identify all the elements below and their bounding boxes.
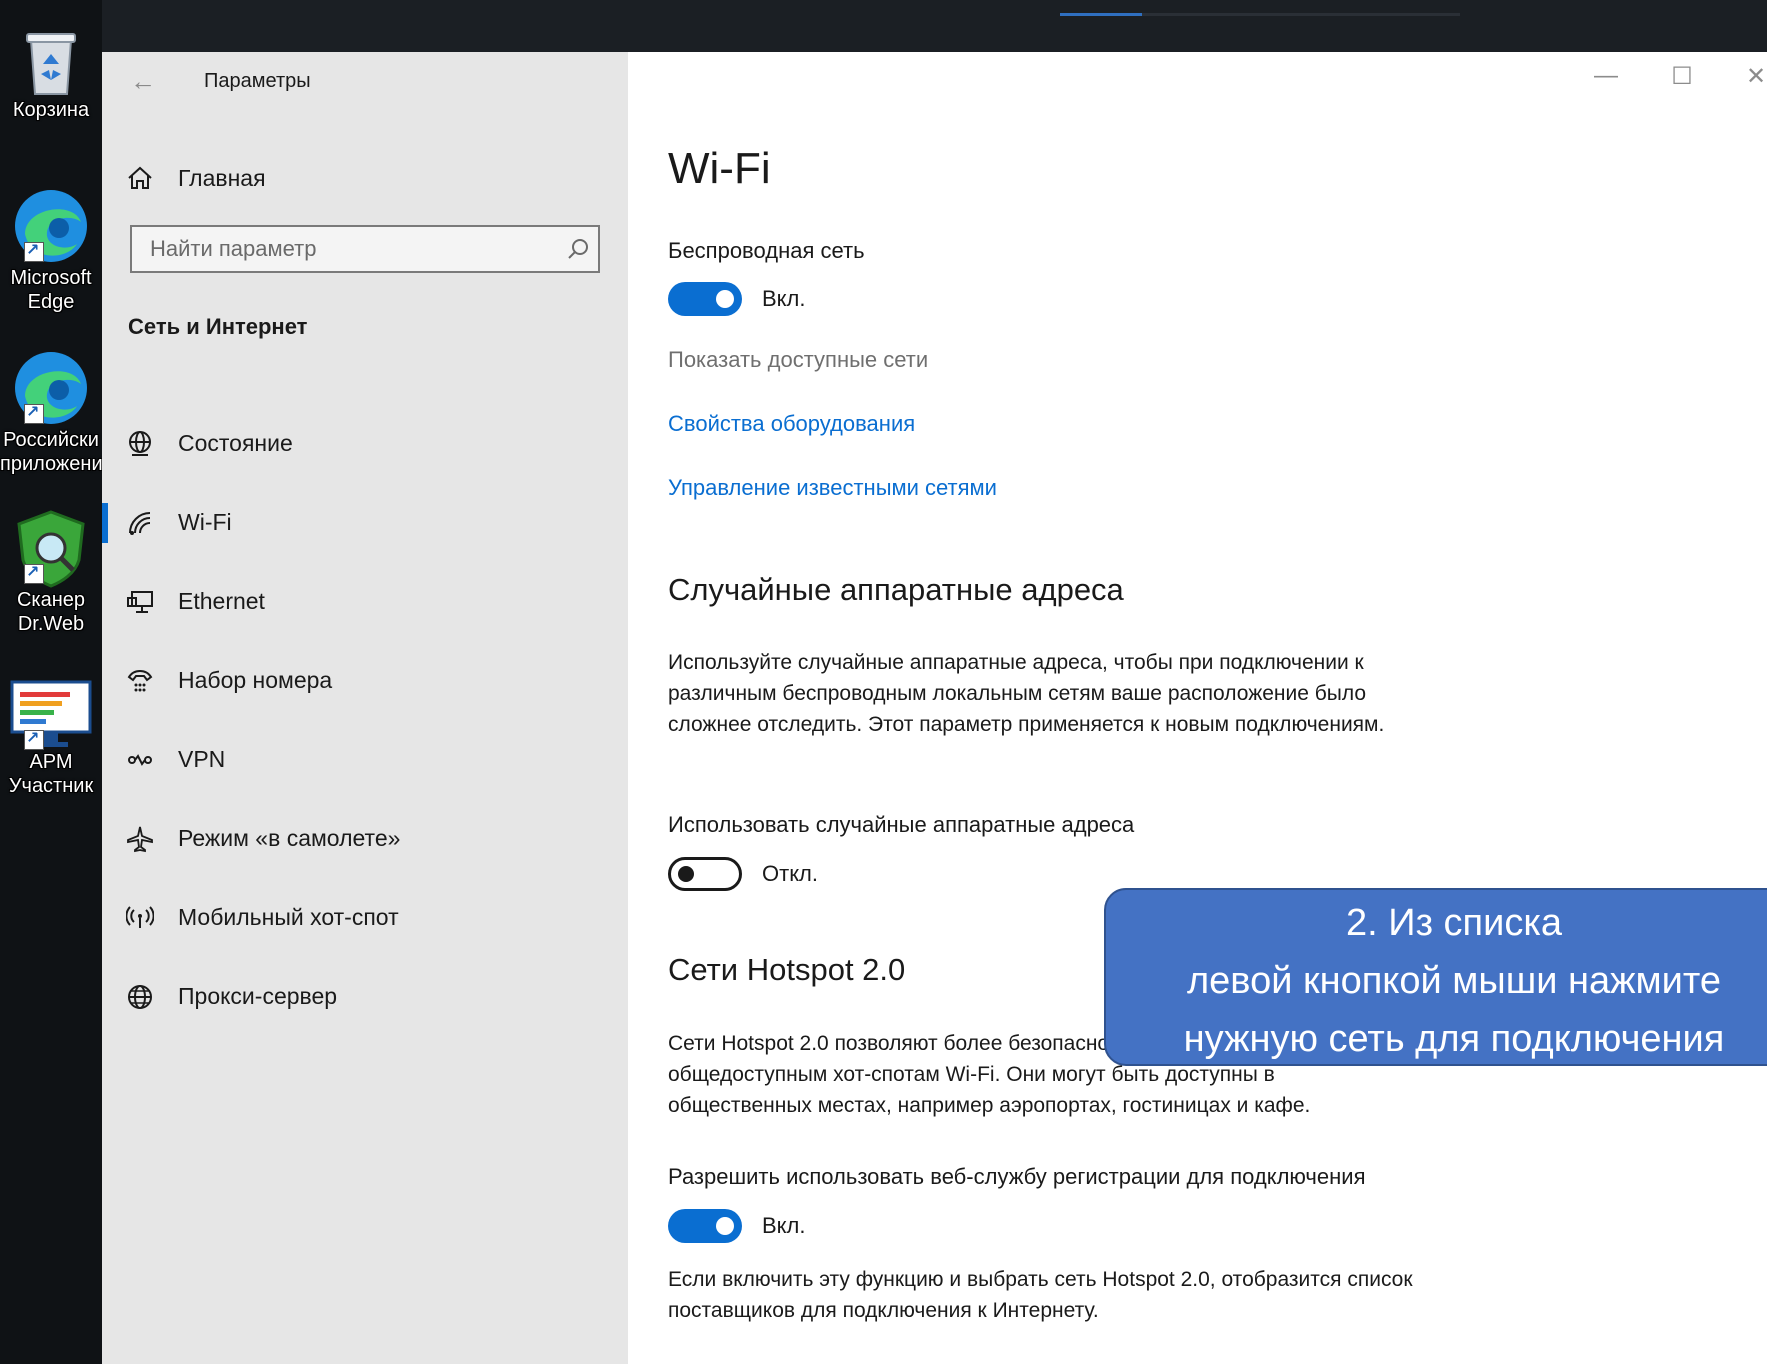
search-input[interactable] [132,235,558,263]
desktop-icon-label: Microsoft [10,267,92,289]
sidebar-item-ethernet[interactable]: Ethernet [102,562,628,641]
random-toggle-row: Откл. [668,857,818,891]
monitor-app-icon [10,680,92,747]
callout-line: левой кнопкой мыши нажмите [1187,960,1721,1002]
web-registration-description: Если включить эту функцию и выбрать сеть… [668,1268,1413,1322]
toggle-knob [716,1217,734,1235]
globe-status-icon [126,430,166,458]
close-button[interactable]: ✕ [1736,62,1767,91]
globe-icon [126,983,166,1011]
desktop-icon-arm[interactable]: АРМ Участник [0,680,102,798]
callout-line: 2. Из списка [1346,902,1562,944]
hotspot-icon [126,904,166,932]
sidebar-item-label: Wi-Fi [178,509,232,535]
maximize-button[interactable]: ☐ [1662,62,1702,91]
show-networks-link[interactable]: Показать доступные сети [668,347,928,373]
wireless-toggle[interactable] [668,282,742,316]
recycle-bin-icon [26,33,76,95]
random-addresses-heading: Случайные аппаратные адреса [668,572,1124,607]
desktop-icon-russian-apps[interactable]: Российски приложени [0,348,102,476]
desktop-icon-drweb[interactable]: Сканер Dr.Web [0,508,102,636]
sidebar-item-label: VPN [178,746,226,772]
desktop-icon-label: Участник [8,775,94,797]
nav-home[interactable]: Главная [126,158,266,198]
sidebar-item-label: Мобильный хот-спот [178,904,399,930]
sidebar-item-label: Состояние [178,430,293,456]
web-registration-toggle[interactable] [668,1209,742,1243]
wifi-icon [126,509,166,537]
sidebar-item-status[interactable]: Состояние [102,404,628,483]
minimize-button[interactable]: — [1586,62,1626,90]
drweb-scanner-icon [17,510,85,588]
desktop-icon-recycle-bin[interactable]: Корзина [0,26,102,122]
section-title: Сеть и Интернет [128,314,308,339]
sidebar-item-proxy[interactable]: Прокси-сервер [102,957,628,1036]
sidebar-item-label: Ethernet [178,588,265,614]
edge-browser-icon [15,190,87,262]
random-addresses-description: Используйте случайные аппаратные адреса,… [668,651,1385,736]
manage-known-networks-link[interactable]: Управление известными сетями [668,475,997,501]
shortcut-arrow-icon [24,240,44,262]
home-icon [126,164,166,192]
desktop-icon-label: Российски [3,429,99,451]
sidebar-item-airplane[interactable]: Режим «в самолете» [102,799,628,878]
toggle-knob [716,290,734,308]
sidebar-item-wifi[interactable]: Wi-Fi [102,483,628,562]
vpn-icon [126,746,166,774]
random-addresses-toggle[interactable] [668,857,742,891]
sidebar-item-vpn[interactable]: VPN [102,720,628,799]
sidebar-item-label: Прокси-сервер [178,983,338,1009]
shortcut-arrow-icon [24,402,44,424]
sidebar-item-dialup[interactable]: Набор номера [102,641,628,720]
desktop-icon-label: АРМ [29,751,73,773]
nav-home-label: Главная [178,164,266,191]
content-pane: — ☐ ✕ Wi-Fi Беспроводная сеть Вкл. Показ… [628,52,1767,1364]
dialup-icon [126,667,166,695]
settings-window: ← Параметры Главная Сеть и Интернет Сост… [102,52,1767,1364]
desktop-icon-label: Edge [27,291,75,313]
hotspot-heading: Сети Hotspot 2.0 [668,952,906,987]
sidebar: ← Параметры Главная Сеть и Интернет Сост… [102,52,628,1364]
wireless-toggle-row: Вкл. [668,282,806,316]
shortcut-arrow-icon [24,562,44,584]
nav-list: Состояние Wi-Fi Ethernet Набор номера VP… [102,404,628,1036]
web-registration-label: Разрешить использовать веб-службу регист… [668,1164,1366,1189]
window-title: Параметры [204,70,311,92]
desktop: Корзина Microsoft Edge Российски приложе… [0,0,102,1364]
wireless-toggle-state: Вкл. [762,286,806,311]
web-toggle-row: Вкл. [668,1209,806,1243]
ethernet-icon [126,588,166,616]
desktop-icon-label: Корзина [12,99,90,121]
desktop-icon-label: Сканер [16,589,86,611]
random-addresses-label: Использовать случайные аппаратные адреса [668,812,1135,837]
toggle-knob [678,866,694,882]
web-toggle-state: Вкл. [762,1213,806,1238]
instruction-callout: 2. Из списка левой кнопкой мыши нажмите … [1104,888,1767,1066]
sidebar-item-label: Набор номера [178,667,333,693]
desktop-icon-edge[interactable]: Microsoft Edge [0,186,102,314]
background-scrollbar-thumb [1060,13,1142,16]
sidebar-item-hotspot[interactable]: Мобильный хот-спот [102,878,628,957]
shortcut-arrow-icon [24,728,44,750]
background-window-strip [0,0,1767,52]
desktop-icon-label: приложени [0,453,102,475]
airplane-icon [126,825,166,853]
search-icon[interactable] [558,237,598,261]
page-title: Wi-Fi [668,144,771,193]
sidebar-item-label: Режим «в самолете» [178,825,401,851]
wireless-label: Беспроводная сеть [668,238,865,263]
back-arrow-icon[interactable]: ← [130,66,156,97]
callout-line: нужную сеть для подключения [1183,1018,1725,1060]
random-toggle-state: Откл. [762,861,819,886]
edge-browser-icon [15,352,87,424]
desktop-icon-label: Dr.Web [17,613,85,635]
hardware-properties-link[interactable]: Свойства оборудования [668,411,915,437]
search-box[interactable] [130,225,600,273]
